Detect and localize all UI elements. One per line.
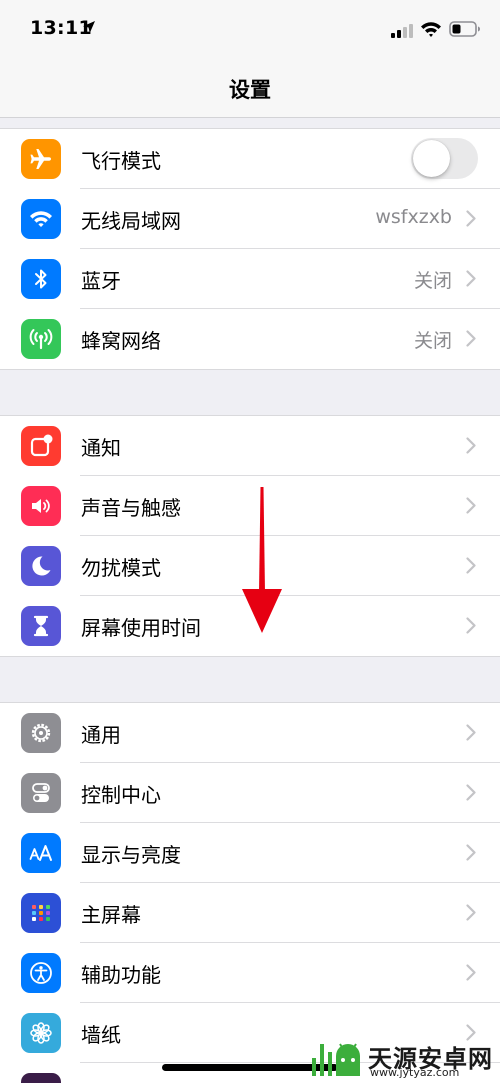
chevron-right-icon [466,904,476,921]
battery-icon [449,21,480,37]
chevron-right-icon [466,437,476,454]
gear-icon [21,713,61,753]
wlan-network-value: wsfxzxb [375,206,452,228]
navigation-bar: 设置 [0,60,500,118]
accessibility-icon [21,953,61,993]
chevron-right-icon [466,724,476,741]
settings-group-general: 通用 控制中心 显示与亮度 主屏幕 辅助功能 墙纸 [0,702,500,1083]
bluetooth-status-value: 关闭 [413,270,452,292]
chevron-right-icon [466,964,476,981]
switches-icon [21,773,61,813]
chevron-right-icon [466,497,476,514]
bluetooth-icon [21,259,61,299]
row-label: 显示与亮度 [81,843,181,867]
settings-row-bluetooth[interactable]: 蓝牙 关闭 [0,249,500,309]
chevron-right-icon [466,617,476,634]
row-label: 控制中心 [81,783,161,807]
speaker-icon [21,486,61,526]
chevron-right-icon [466,210,476,227]
row-label: 辅助功能 [81,963,161,987]
settings-row-accessibility[interactable]: 辅助功能 [0,943,500,1003]
row-label: 蓝牙 [81,269,121,293]
moon-icon [21,546,61,586]
scroll-down-arrow-icon [242,487,282,633]
chevron-right-icon [466,844,476,861]
settings-screen: 13:11 设置 飞行模式 无线局域网 wsfxzxb 蓝牙 关闭 蜂窝网络 关… [0,0,500,1083]
chevron-right-icon [466,557,476,574]
row-label: 通用 [81,723,121,747]
settings-row-cellular[interactable]: 蜂窝网络 关闭 [0,309,500,369]
row-label: 飞行模式 [81,149,161,173]
settings-row-airplane-mode[interactable]: 飞行模式 [0,129,500,189]
settings-row-notifications[interactable]: 通知 [0,416,500,476]
notification-icon [21,426,61,466]
cellular-status-value: 关闭 [413,330,452,352]
row-label: 勿扰模式 [81,556,161,580]
toggle-knob [413,140,450,177]
airplane-icon [21,139,61,179]
location-arrow-icon [83,21,95,33]
row-label: 蜂窝网络 [81,329,161,353]
antenna-icon [21,319,61,359]
row-label: 墙纸 [81,1023,121,1047]
settings-group-connectivity: 飞行模式 无线局域网 wsfxzxb 蓝牙 关闭 蜂窝网络 关闭 [0,128,500,370]
settings-row-general[interactable]: 通用 [0,703,500,763]
status-bar: 13:11 [0,0,500,60]
cellular-signal-icon [391,24,413,38]
settings-row-wlan[interactable]: 无线局域网 wsfxzxb [0,189,500,249]
flower-icon [21,1013,61,1053]
wifi-status-icon [421,22,441,37]
settings-row-display-brightness[interactable]: 显示与亮度 [0,823,500,883]
settings-row-control-center[interactable]: 控制中心 [0,763,500,823]
chevron-right-icon [466,270,476,287]
hourglass-icon [21,606,61,646]
settings-row-home-screen[interactable]: 主屏幕 [0,883,500,943]
row-label: 主屏幕 [81,903,141,927]
row-label: 屏幕使用时间 [81,616,201,640]
chevron-right-icon [466,330,476,347]
row-label: 通知 [81,436,121,460]
airplane-mode-toggle[interactable] [411,138,478,179]
chevron-right-icon [466,784,476,801]
page-title: 设置 [229,78,271,102]
siri-icon [21,1073,61,1083]
home-grid-icon [21,893,61,933]
wifi-icon [21,199,61,239]
text-size-icon [21,833,61,873]
watermark-url: www.jytyaz.com [370,1066,460,1079]
row-label: 声音与触感 [81,496,181,520]
row-label: 无线局域网 [81,209,181,233]
android-logo-icon [312,1043,360,1076]
watermark: 天源安卓网 www.jytyaz.com [306,1038,496,1080]
